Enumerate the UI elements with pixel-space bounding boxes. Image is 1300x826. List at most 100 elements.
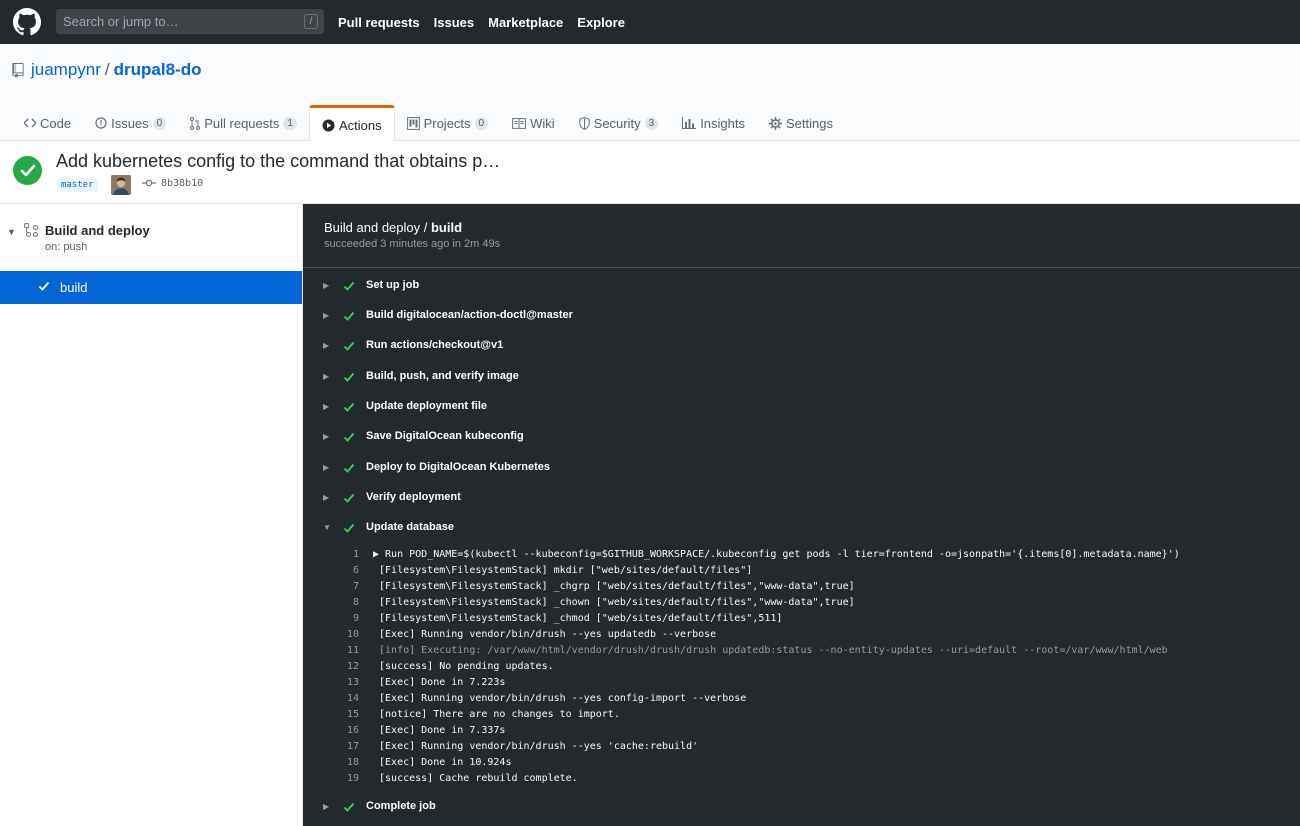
check-icon: [343, 463, 355, 473]
tab-label: Wiki: [530, 115, 555, 131]
line-number[interactable]: 12: [323, 661, 359, 672]
line-text: [success] No pending updates.: [373, 661, 554, 672]
line-number[interactable]: 15: [323, 709, 359, 720]
log-title-job: build: [430, 220, 463, 235]
line-number[interactable]: 14: [323, 693, 359, 704]
line-text: [Filesystem\FilesystemStack] _chmod ["we…: [373, 613, 783, 624]
log-title-workflow: Build and deploy /: [324, 220, 431, 235]
tab-wiki[interactable]: Wiki: [500, 105, 567, 141]
line-number[interactable]: 8: [323, 597, 359, 608]
step-name: Build, push, and verify image: [366, 370, 519, 382]
repo-tabs: Code Issues 0 Pull requests 1 Actions Pr…: [12, 105, 845, 142]
line-number[interactable]: 13: [323, 677, 359, 688]
chevron-right-icon: ▶: [323, 463, 330, 472]
step-row[interactable]: ▶ Save DigitalOcean kubeconfig: [303, 423, 1300, 453]
project-icon: [406, 116, 420, 130]
job-item-build[interactable]: build: [0, 271, 302, 304]
tab-issues[interactable]: Issues 0: [83, 105, 178, 141]
log-line: 19 [success] Cache rebuild complete.: [303, 773, 1300, 789]
check-icon: [343, 432, 355, 442]
global-header: Search or jump to… / Pull requests Issue…: [0, 0, 1300, 44]
step-name: Set up job: [366, 279, 420, 291]
line-number[interactable]: 10: [323, 629, 359, 640]
tab-label: Projects: [423, 115, 471, 131]
step-row[interactable]: ▶ Update deployment file: [303, 393, 1300, 423]
commit-sha[interactable]: 8b38b10: [161, 178, 203, 189]
check-icon: [343, 493, 355, 503]
line-number[interactable]: 18: [323, 757, 359, 768]
step-complete-job[interactable]: ▶ Complete job: [303, 793, 1300, 823]
step-name: Run actions/checkout@v1: [366, 339, 504, 351]
branch-label[interactable]: master: [57, 178, 98, 192]
tab-insights[interactable]: Insights: [670, 105, 757, 141]
chevron-right-icon: ▶: [323, 432, 330, 441]
line-text: [Exec] Running vendor/bin/drush --yes co…: [373, 693, 747, 704]
nav-pull-requests[interactable]: Pull requests: [338, 15, 420, 30]
nav-explore[interactable]: Explore: [577, 15, 625, 30]
log-line: 1 ▶ Run POD_NAME=$(kubectl --kubeconfig=$…: [303, 549, 1300, 565]
step-row[interactable]: ▶ Deploy to DigitalOcean Kubernetes: [303, 454, 1300, 484]
tab-label: Issues: [111, 115, 149, 131]
repo-separator: /: [104, 60, 110, 79]
line-number[interactable]: 7: [323, 581, 359, 592]
check-icon: [343, 281, 355, 291]
workflow-name[interactable]: Build and deploy: [45, 223, 150, 238]
line-number[interactable]: 19: [323, 773, 359, 784]
line-number[interactable]: 1: [323, 549, 359, 560]
search-input[interactable]: Search or jump to… /: [56, 9, 324, 34]
tab-counter: 0: [474, 116, 489, 130]
repo-name-link[interactable]: drupal8-do: [114, 60, 202, 80]
chevron-right-icon: ▶: [323, 311, 330, 320]
step-row[interactable]: ▶ Run actions/checkout@v1: [303, 332, 1300, 362]
commit-header: Add kubernetes config to the command tha…: [0, 141, 1300, 204]
step-row[interactable]: ▶ Build digitalocean/action-doctl@master: [303, 302, 1300, 332]
check-icon: [343, 523, 355, 533]
tab-counter: 1: [283, 116, 297, 130]
line-number[interactable]: 11: [323, 645, 359, 656]
line-text: [Exec] Done in 10.924s: [373, 757, 512, 768]
book-icon: [512, 117, 527, 129]
line-number[interactable]: 6: [323, 565, 359, 576]
repo-owner-link[interactable]: juampynr: [31, 60, 101, 80]
avatar[interactable]: [111, 175, 131, 195]
line-number[interactable]: 9: [323, 613, 359, 624]
nav-marketplace[interactable]: Marketplace: [488, 15, 563, 30]
workflow-sidebar: ▼ Build and deploy on: push build: [0, 204, 303, 826]
step-name: Update deployment file: [366, 400, 488, 412]
check-icon: [38, 281, 50, 291]
step-row[interactable]: ▶ Verify deployment: [303, 484, 1300, 514]
step-row[interactable]: ▼ Update database: [303, 514, 1300, 544]
nav-issues[interactable]: Issues: [434, 15, 474, 30]
log-status: succeeded 3 minutes ago in 2m 49s: [324, 238, 501, 250]
tab-security[interactable]: Security 3: [567, 105, 671, 141]
commit-icon: [142, 179, 156, 187]
step-row[interactable]: ▶ Set up job: [303, 272, 1300, 302]
log-line: 14 [Exec] Running vendor/bin/drush --yes…: [303, 693, 1300, 709]
line-text: [Exec] Running vendor/bin/drush --yes up…: [373, 629, 717, 640]
global-nav: Pull requests Issues Marketplace Explore: [338, 0, 639, 44]
line-number[interactable]: 17: [323, 741, 359, 752]
log-line: 9 [Filesystem\FilesystemStack] _chmod ["…: [303, 613, 1300, 629]
tab-label: Security: [593, 115, 641, 131]
line-text: [info] Executing: /var/www/html/vendor/d…: [373, 645, 1168, 656]
step-row[interactable]: ▶ Build, push, and verify image: [303, 363, 1300, 393]
tab-settings[interactable]: Settings: [757, 105, 845, 141]
tab-projects[interactable]: Projects 0: [395, 105, 501, 141]
gear-icon: [769, 116, 782, 130]
log-lines: 1 ▶ Run POD_NAME=$(kubectl --kubeconfig=$…: [303, 549, 1300, 789]
log-line: 7 [Filesystem\FilesystemStack] _chgrp ["…: [303, 581, 1300, 597]
chevron-down-icon[interactable]: ▼: [7, 227, 16, 237]
tab-label: Settings: [786, 115, 833, 131]
log-line: 6 [Filesystem\FilesystemStack] mkdir ["w…: [303, 565, 1300, 581]
chevron-down-icon: ▼: [323, 523, 331, 532]
chevron-right-icon: ▶: [323, 341, 330, 350]
github-logo-icon[interactable]: [13, 8, 41, 36]
tab-actions[interactable]: Actions: [308, 105, 395, 142]
check-icon: [343, 402, 355, 412]
search-placeholder: Search or jump to…: [63, 14, 179, 29]
commit-title[interactable]: Add kubernetes config to the command tha…: [56, 151, 500, 172]
line-number[interactable]: 16: [323, 725, 359, 736]
tab-pull-requests[interactable]: Pull requests 1: [178, 105, 309, 141]
log-line: 18 [Exec] Done in 10.924s: [303, 757, 1300, 773]
tab-code[interactable]: Code: [12, 105, 83, 141]
